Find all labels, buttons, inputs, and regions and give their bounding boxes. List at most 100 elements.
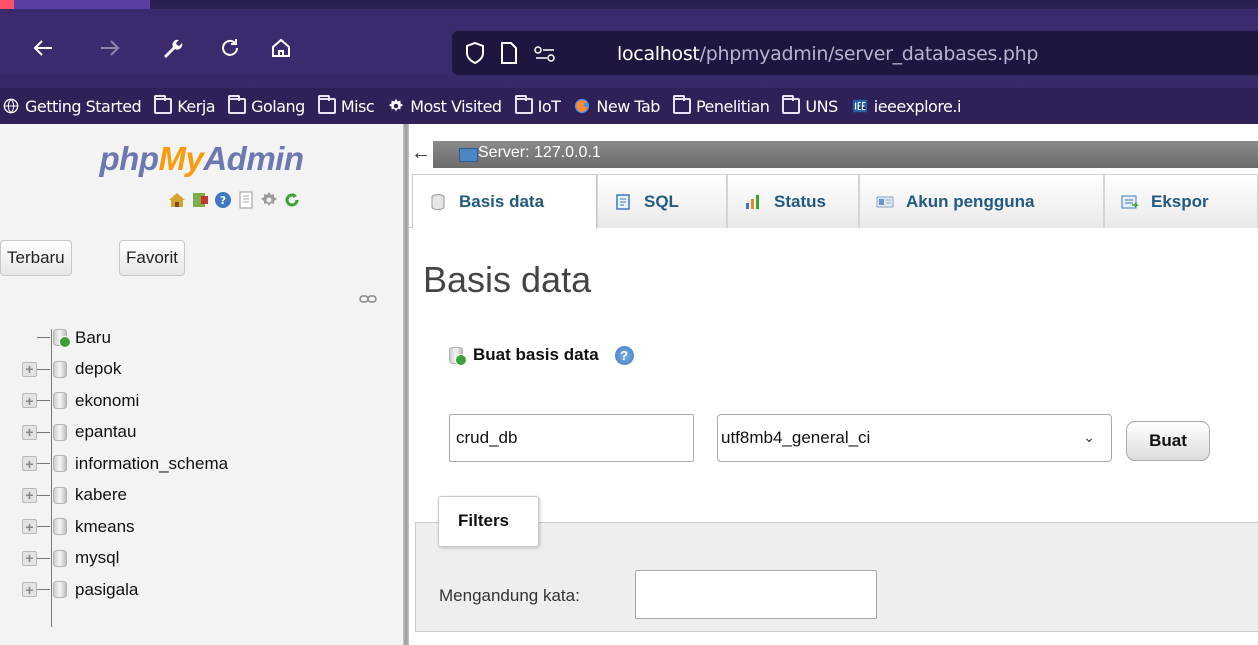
tree-item-epantau[interactable]: + epantau: [22, 417, 402, 449]
tree-label[interactable]: epantau: [75, 422, 136, 442]
home-icon[interactable]: [168, 191, 186, 209]
tree-label[interactable]: pasigala: [75, 580, 138, 600]
status-chart-icon: [744, 193, 762, 211]
folder-icon: [154, 95, 173, 114]
bookmark-iot[interactable]: IoT: [514, 95, 561, 116]
bookmarks-bar: Getting Started Kerja Golang Misc Most V…: [0, 88, 1258, 124]
tab-label: Akun pengguna: [906, 191, 1035, 211]
bookmark-ieeexplore[interactable]: ieeexplore.i: [851, 97, 961, 116]
folder-icon: [317, 95, 336, 114]
bookmark-label: Penelitian: [695, 96, 770, 116]
bookmark-most-visited[interactable]: Most Visited: [387, 97, 502, 116]
expand-icon[interactable]: +: [22, 424, 37, 440]
tree-item-mysql[interactable]: + mysql: [22, 543, 402, 575]
tab-databases[interactable]: Basis data: [412, 174, 597, 229]
expand-icon[interactable]: +: [22, 519, 37, 535]
tab-favicon-accent: [0, 0, 14, 9]
browser-toolbar: localhost/phpmyadmin/server_databases.ph…: [0, 0, 1258, 88]
back-arrow-icon: [33, 40, 52, 56]
page-title: Basis data: [423, 259, 592, 300]
tree-item-new[interactable]: Baru: [22, 322, 402, 354]
favorites-button[interactable]: Favorit: [119, 240, 185, 276]
tab-status[interactable]: Status: [727, 174, 859, 228]
create-button[interactable]: Buat: [1126, 421, 1210, 461]
tree-item-kabere[interactable]: + kabere: [22, 480, 402, 512]
bookmark-uns[interactable]: UNS: [782, 95, 838, 116]
sql-icon: [614, 193, 632, 211]
forward-button[interactable]: [97, 35, 123, 61]
tree-item-ekonomi[interactable]: + ekonomi: [22, 385, 402, 417]
help-icon[interactable]: ?: [614, 345, 634, 365]
reload-button[interactable]: [217, 35, 243, 61]
tree-item-depok[interactable]: + depok: [22, 354, 402, 386]
bookmark-penelitian[interactable]: Penelitian: [672, 95, 770, 116]
bookmark-misc[interactable]: Misc: [317, 95, 375, 116]
expand-icon[interactable]: +: [22, 582, 37, 598]
link-icon[interactable]: [359, 294, 377, 304]
bookmark-label: Misc: [340, 96, 375, 116]
shield-icon: [466, 41, 484, 65]
customize-toolbar-button[interactable]: [159, 35, 185, 61]
server-breadcrumb[interactable]: Server: 127.0.0.1: [478, 144, 601, 162]
docs-icon[interactable]: [237, 191, 255, 209]
navigation-row: localhost/phpmyadmin/server_databases.ph…: [0, 9, 1258, 75]
tree-item-kmeans[interactable]: + kmeans: [22, 511, 402, 543]
tree-label[interactable]: depok: [75, 359, 121, 379]
expand-icon[interactable]: +: [22, 361, 37, 377]
bookmark-kerja[interactable]: Kerja: [154, 95, 216, 116]
database-tree: Baru + depok + ekonomi + epantau + infor…: [22, 322, 402, 627]
folder-icon: [672, 95, 691, 114]
database-name-input[interactable]: [449, 414, 694, 462]
forward-arrow-icon: [101, 40, 120, 56]
collation-select[interactable]: utf8mb4_general_ci ⌄: [717, 414, 1112, 462]
tree-item-pasigala[interactable]: + pasigala: [22, 574, 402, 606]
tree-label[interactable]: information_schema: [75, 454, 228, 474]
tree-label-new: Baru: [75, 327, 111, 347]
collapse-panel-button[interactable]: ←: [409, 141, 433, 168]
create-database-heading: Buat basis data ?: [449, 345, 634, 366]
expand-icon[interactable]: +: [22, 456, 37, 472]
tab-label: Status: [774, 191, 826, 211]
logo-php: php: [99, 140, 159, 177]
tab-sql[interactable]: SQL: [597, 174, 727, 228]
url-text[interactable]: localhost/phpmyadmin/server_databases.ph…: [617, 43, 1038, 65]
bookmark-getting-started[interactable]: Getting Started: [2, 96, 142, 116]
help-icon[interactable]: ?: [214, 191, 232, 209]
tree-label[interactable]: ekonomi: [75, 391, 139, 411]
url-bar[interactable]: localhost/phpmyadmin/server_databases.ph…: [452, 31, 1258, 75]
expand-icon[interactable]: +: [22, 487, 37, 503]
back-button[interactable]: [30, 35, 56, 61]
expand-icon[interactable]: +: [22, 393, 37, 409]
reload-nav-icon[interactable]: [283, 191, 301, 209]
globe-icon: [3, 98, 19, 114]
recent-button[interactable]: Terbaru: [0, 240, 72, 276]
expand-icon[interactable]: +: [22, 550, 37, 566]
bookmark-golang[interactable]: Golang: [228, 95, 305, 116]
phpmyadmin-logo[interactable]: phpMyAdmin: [0, 140, 403, 178]
bookmark-new-tab[interactable]: New Tab: [573, 97, 660, 116]
database-icon: [53, 392, 67, 410]
home-button[interactable]: [268, 35, 294, 61]
filter-contains-input[interactable]: [635, 570, 877, 619]
gear-icon: [389, 98, 404, 112]
tab-user-accounts[interactable]: Akun pengguna: [859, 174, 1104, 228]
filter-contains-label: Mengandung kata:: [439, 586, 580, 605]
settings-gear-icon[interactable]: [260, 191, 278, 209]
tab-export[interactable]: Ekspor: [1104, 174, 1258, 228]
bookmark-label: Kerja: [177, 96, 216, 116]
ieee-icon: [852, 99, 867, 113]
database-icon: [53, 486, 67, 504]
permissions-icon: [534, 46, 555, 62]
tree-label[interactable]: kmeans: [75, 517, 135, 537]
tree-label[interactable]: mysql: [75, 548, 119, 568]
logout-icon[interactable]: [191, 191, 209, 209]
database-icon: [53, 549, 67, 567]
bookmark-label: ieeexplore.i: [873, 96, 962, 116]
logo-my: My: [158, 140, 204, 177]
database-icon: [53, 360, 67, 378]
tree-label[interactable]: kabere: [75, 485, 127, 505]
tree-item-information-schema[interactable]: + information_schema: [22, 448, 402, 480]
wrench-icon: [164, 39, 183, 58]
bookmark-label: Getting Started: [25, 96, 142, 116]
server-icon: [459, 148, 478, 162]
